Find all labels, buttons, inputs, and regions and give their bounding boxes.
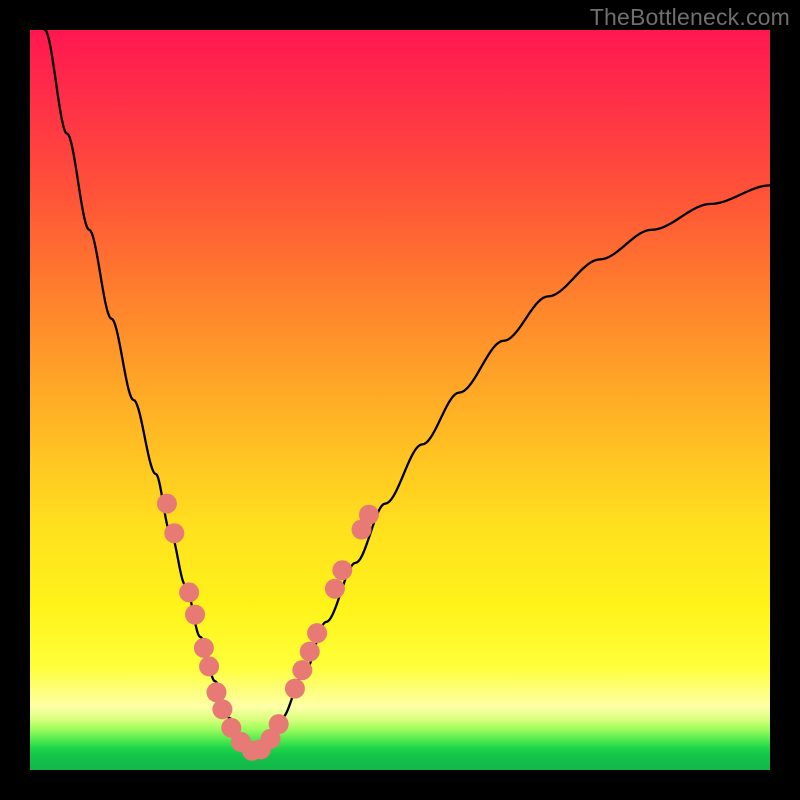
data-marker	[285, 679, 305, 699]
data-marker	[292, 660, 312, 680]
data-marker	[164, 523, 184, 543]
data-marker	[269, 714, 289, 734]
data-marker	[206, 682, 226, 702]
data-marker	[194, 638, 214, 658]
data-marker	[325, 579, 345, 599]
watermark-text: TheBottleneck.com	[590, 4, 790, 31]
data-marker	[179, 582, 199, 602]
data-marker	[359, 505, 379, 525]
bottleneck-curve	[45, 30, 770, 752]
curve-group	[45, 30, 770, 752]
curve-svg	[30, 30, 770, 770]
plot-area	[30, 30, 770, 770]
data-marker	[199, 656, 219, 676]
data-marker	[332, 560, 352, 580]
data-marker	[307, 623, 327, 643]
chart-stage: TheBottleneck.com	[0, 0, 800, 800]
data-marker	[185, 605, 205, 625]
marker-group	[157, 494, 379, 761]
data-marker	[157, 494, 177, 514]
data-marker	[300, 642, 320, 662]
data-marker	[212, 699, 232, 719]
